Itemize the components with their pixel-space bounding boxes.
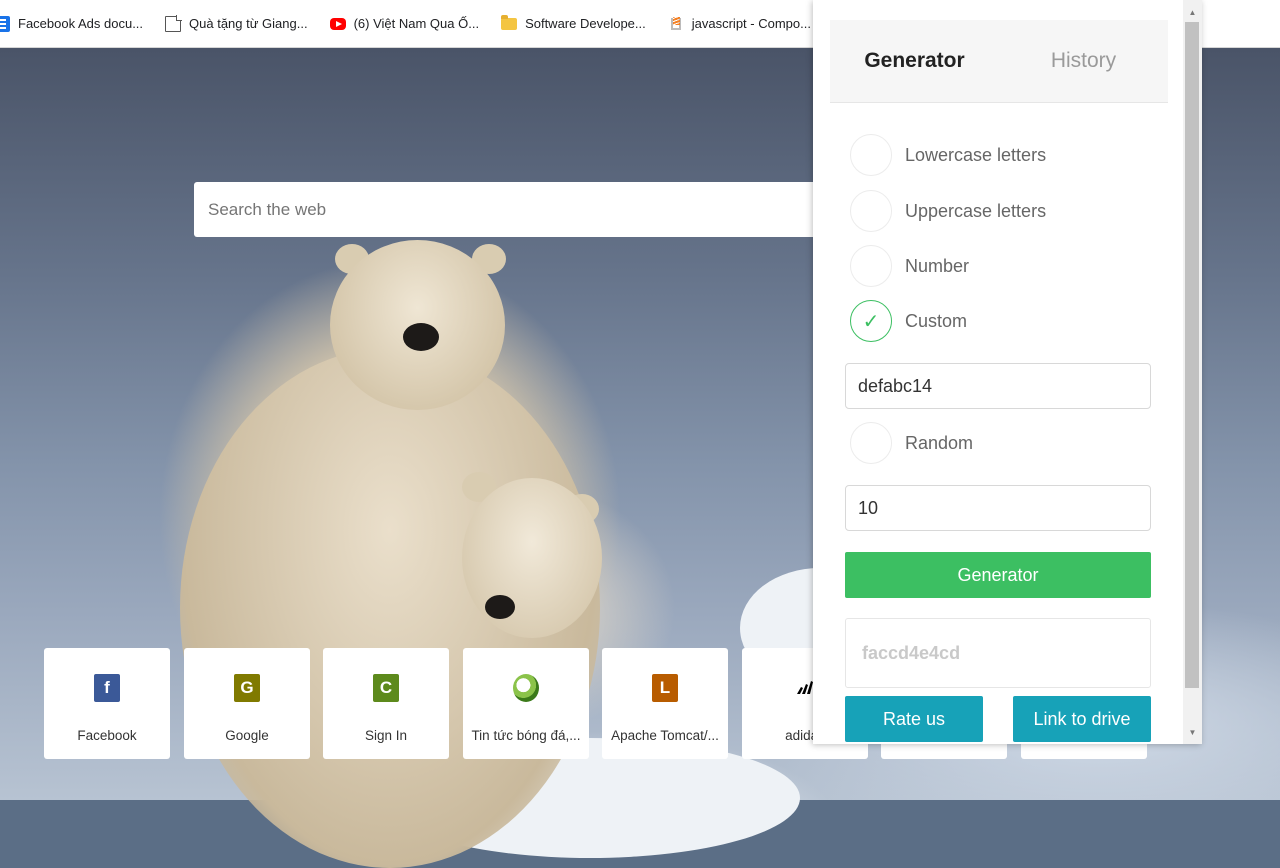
bookmark-label: (6) Việt Nam Qua Ố... (353, 16, 480, 31)
stackoverflow-icon (668, 16, 684, 32)
tile-label: Sign In (364, 728, 408, 743)
facebook-icon: f (94, 674, 120, 702)
search-input[interactable] (194, 182, 834, 237)
tile-label: Facebook (77, 728, 137, 743)
scroll-up-arrow-icon[interactable]: ▲ (1183, 2, 1202, 22)
popup-scrollbar[interactable]: ▲ ▼ (1183, 0, 1202, 744)
tile-label: Google (225, 728, 269, 743)
bookmark-label: Software Develope... (525, 16, 646, 31)
rate-us-button[interactable]: Rate us (845, 696, 983, 742)
option-label: Lowercase letters (905, 144, 1047, 165)
tile-sign-in[interactable]: C Sign In (323, 648, 449, 759)
tile-apache-tomcat[interactable]: L Apache Tomcat/... (602, 648, 728, 759)
soccer-ball-icon (513, 674, 539, 702)
option-lowercase[interactable]: Lowercase letters (850, 131, 1046, 179)
link-to-drive-button[interactable]: Link to drive (1013, 696, 1151, 742)
scroll-down-arrow-icon[interactable]: ▼ (1183, 722, 1202, 742)
polar-bear-cub-nose (485, 595, 515, 619)
custom-characters-input[interactable] (845, 363, 1151, 409)
password-generator-popup: Generator History Lowercase letters Uppe… (813, 0, 1202, 744)
option-label: Number (905, 255, 970, 276)
polar-bear-cub-head (462, 478, 602, 638)
option-random[interactable]: Random (850, 419, 973, 467)
random-checkbox[interactable] (850, 422, 892, 464)
sign-in-letter-icon: C (373, 674, 399, 702)
bookmark-label: Facebook Ads docu... (18, 16, 144, 31)
lowercase-checkbox[interactable] (850, 134, 892, 176)
page-icon (165, 14, 183, 32)
bookmark-javascript[interactable]: javascript - Compo... (668, 0, 819, 48)
tile-facebook[interactable]: f Facebook (44, 648, 170, 759)
option-label: Custom (905, 310, 968, 331)
tile-google[interactable]: G Google (184, 648, 310, 759)
bookmark-qua-tang[interactable]: Quà tặng từ Giang... (165, 0, 316, 48)
generated-password: faccd4e4cd (845, 618, 1151, 688)
length-input[interactable] (845, 485, 1151, 531)
bookmark-facebook-ads[interactable]: Facebook Ads docu... (0, 0, 151, 48)
generate-button[interactable]: Generator (845, 552, 1151, 598)
folder-icon (501, 14, 518, 30)
tile-tin-tuc-bong-da[interactable]: Tin tức bóng đá,... (463, 648, 589, 759)
docs-icon (0, 15, 10, 32)
tab-generator[interactable]: Generator (830, 20, 999, 102)
bookmark-label: javascript - Compo... (691, 16, 811, 31)
google-letter-icon: G (234, 674, 260, 702)
uppercase-checkbox[interactable] (850, 190, 892, 232)
bookmark-youtube[interactable]: (6) Việt Nam Qua Ố... (329, 0, 487, 48)
tile-label: Tin tức bóng đá,... (471, 728, 581, 743)
option-custom[interactable]: ✓ Custom (850, 297, 967, 345)
tomcat-letter-icon: L (652, 674, 678, 702)
checkmark-icon: ✓ (862, 310, 880, 333)
popup-tabs: Generator History (830, 20, 1168, 103)
number-checkbox[interactable] (850, 245, 892, 287)
youtube-icon (329, 17, 346, 30)
option-label: Uppercase letters (905, 200, 1047, 221)
option-uppercase[interactable]: Uppercase letters (850, 187, 1046, 235)
tab-history[interactable]: History (999, 20, 1168, 102)
tile-label: Apache Tomcat/... (611, 728, 719, 743)
bookmark-software-folder[interactable]: Software Develope... (501, 0, 654, 48)
bookmark-label: Quà tặng từ Giang... (189, 16, 308, 31)
scroll-thumb[interactable] (1185, 22, 1199, 688)
option-number[interactable]: Number (850, 242, 969, 290)
polar-bear-nose (403, 323, 439, 351)
option-label: Random (905, 432, 974, 453)
custom-checkbox[interactable]: ✓ (850, 300, 892, 342)
